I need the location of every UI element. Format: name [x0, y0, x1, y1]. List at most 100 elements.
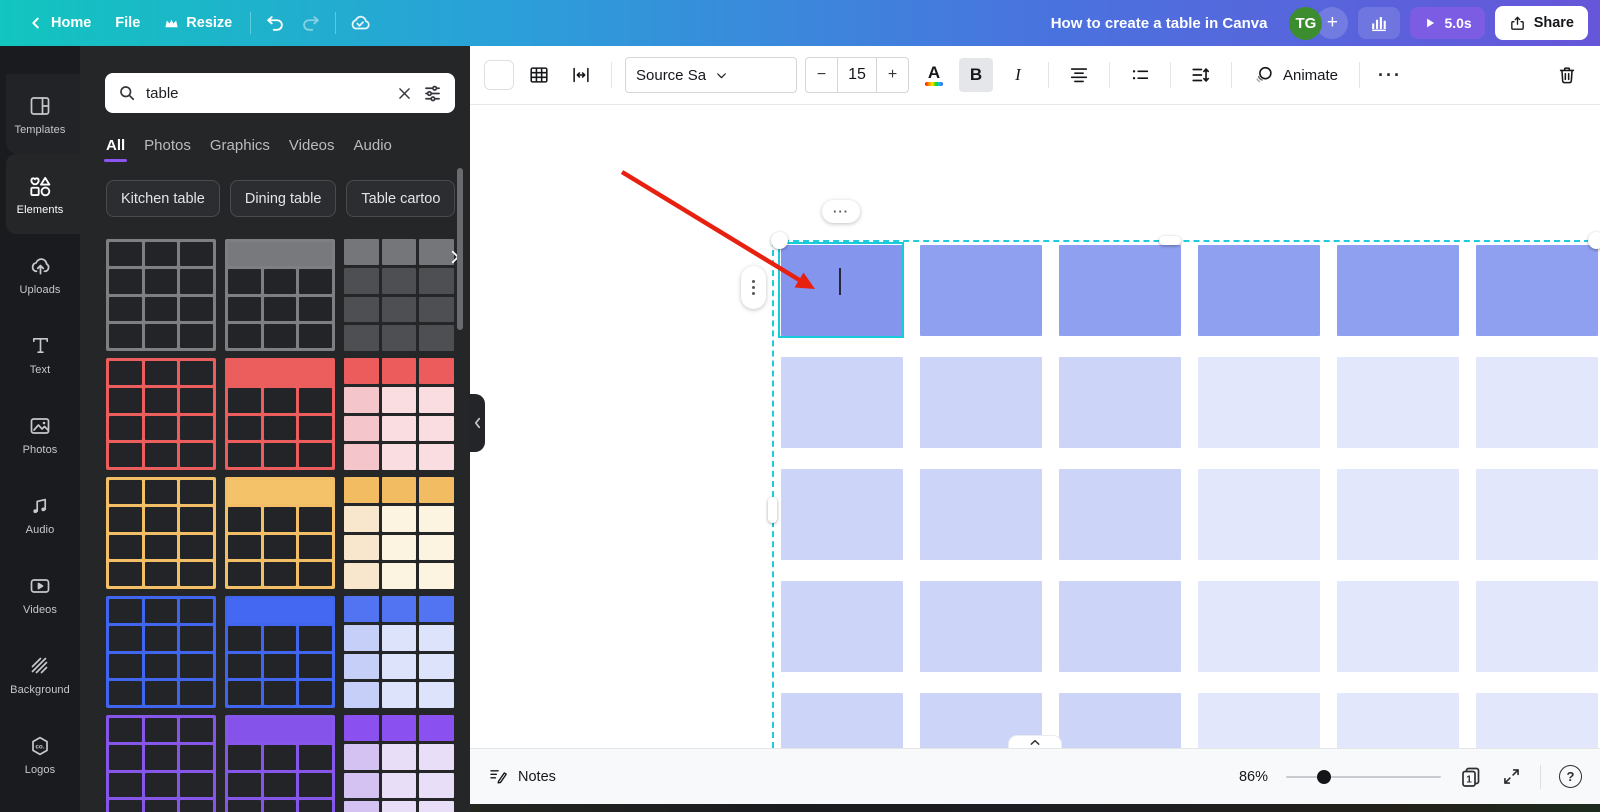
panel-collapse-button[interactable] [470, 394, 485, 452]
row-drag-handle[interactable] [741, 266, 766, 309]
present-button[interactable]: 5.0s [1410, 7, 1485, 39]
tab-photos[interactable]: Photos [144, 137, 191, 162]
table-template-blue-solid[interactable] [344, 596, 454, 708]
home-button[interactable]: Home [16, 7, 103, 39]
table-cell[interactable] [920, 357, 1042, 448]
table-cell[interactable] [1059, 245, 1181, 336]
search-box[interactable] [105, 73, 455, 113]
design-canvas[interactable]: ··· [470, 105, 1600, 748]
table-cell[interactable] [1476, 469, 1598, 560]
table-template-purple-header[interactable] [225, 715, 335, 812]
file-button[interactable]: File [103, 7, 152, 39]
undo-button[interactable] [257, 7, 293, 39]
table-cell[interactable] [1198, 581, 1320, 672]
sidebar-item-uploads[interactable]: Uploads [0, 234, 80, 314]
bold-button[interactable]: B [959, 58, 993, 92]
design-title[interactable]: How to create a table in Canva [1051, 15, 1268, 32]
table-cell[interactable] [1337, 581, 1459, 672]
table-cell[interactable] [1337, 245, 1459, 336]
text-align-button[interactable] [1062, 58, 1096, 92]
search-input[interactable] [146, 84, 387, 102]
tab-graphics[interactable]: Graphics [210, 137, 270, 162]
table-cell[interactable] [1476, 357, 1598, 448]
font-size-decrease-button[interactable]: − [806, 58, 837, 92]
table-cell[interactable] [781, 469, 903, 560]
redo-button[interactable] [293, 7, 329, 39]
table-color-swatch[interactable] [484, 60, 514, 90]
table-corner-handle[interactable] [771, 232, 788, 249]
sidebar-item-templates[interactable]: Templates [6, 74, 80, 154]
italic-button[interactable]: I [1001, 58, 1035, 92]
table-cell[interactable] [1476, 581, 1598, 672]
table-cell[interactable] [1198, 693, 1320, 748]
zoom-slider[interactable] [1286, 769, 1441, 785]
table-template-red-solid[interactable] [344, 358, 454, 470]
table-template-red-grid[interactable] [106, 358, 216, 470]
sidebar-item-background[interactable]: Background [0, 634, 80, 714]
notes-button[interactable]: Notes [488, 766, 556, 787]
table-top-edge-handle[interactable] [1159, 236, 1181, 245]
chips-scroll-next-button[interactable] [442, 242, 468, 272]
tab-all[interactable]: All [103, 137, 128, 162]
table-cell[interactable] [1059, 469, 1181, 560]
table-cell[interactable] [1059, 693, 1181, 748]
table-template-purple-grid[interactable] [106, 715, 216, 812]
tab-videos[interactable]: Videos [289, 137, 335, 162]
table-cell[interactable] [920, 245, 1042, 336]
table-template-blue-grid[interactable] [106, 596, 216, 708]
table-cell[interactable] [1059, 357, 1181, 448]
table-cell[interactable] [920, 581, 1042, 672]
sidebar-item-logos[interactable]: co. Logos [0, 714, 80, 794]
table-cell[interactable] [781, 357, 903, 448]
clear-search-icon[interactable] [396, 85, 413, 102]
sidebar-item-elements[interactable]: Elements [6, 154, 80, 234]
page-indicator-button[interactable]: 1 [1459, 765, 1483, 789]
panel-scrollbar[interactable] [457, 168, 463, 330]
sidebar-item-audio[interactable]: Audio [0, 474, 80, 554]
tab-audio[interactable]: Audio [354, 137, 392, 162]
table-template-purple-solid[interactable] [344, 715, 454, 812]
table-template-blue-header[interactable] [225, 596, 335, 708]
font-size-increase-button[interactable]: + [877, 58, 908, 92]
zoom-slider-thumb[interactable] [1317, 769, 1331, 784]
bullet-list-button[interactable] [1123, 58, 1157, 92]
suggestion-chip[interactable]: Kitchen table [106, 180, 220, 217]
cloud-save-status[interactable] [342, 7, 378, 39]
table-cell[interactable] [1337, 469, 1459, 560]
table-cell[interactable] [781, 581, 903, 672]
table-template-orange-header[interactable] [225, 477, 335, 589]
cell-options-button[interactable]: ··· [822, 200, 860, 223]
table-template-orange-grid[interactable] [106, 477, 216, 589]
table-template-red-header[interactable] [225, 358, 335, 470]
table-cell[interactable] [1337, 357, 1459, 448]
table-cell[interactable] [1337, 693, 1459, 748]
avatar[interactable]: TG [1289, 6, 1323, 40]
suggestion-chip[interactable]: Table cartoo [346, 180, 456, 217]
share-button[interactable]: Share [1494, 6, 1588, 40]
table-template-gray-grid[interactable] [106, 239, 216, 351]
table-cell[interactable] [1059, 581, 1181, 672]
filter-icon[interactable] [422, 83, 443, 104]
page-collapse-tab[interactable] [1008, 735, 1062, 748]
sidebar-item-text[interactable]: Text [0, 314, 80, 394]
table-corner-handle-right[interactable] [1588, 232, 1600, 249]
table-cell[interactable] [781, 693, 903, 748]
fullscreen-button[interactable] [1501, 766, 1522, 787]
table-cell[interactable] [1198, 469, 1320, 560]
more-options-button[interactable]: ··· [1373, 58, 1407, 92]
font-select[interactable]: Source Sans Pro [625, 57, 797, 93]
table-cell[interactable] [1198, 245, 1320, 336]
text-color-button[interactable]: A [917, 58, 951, 92]
resize-button[interactable]: Resize [152, 7, 244, 39]
line-spacing-button[interactable] [1184, 58, 1218, 92]
suggestion-chip[interactable]: Dining table [229, 180, 337, 217]
table-cell[interactable] [1476, 245, 1598, 336]
table-grid-button[interactable] [522, 58, 556, 92]
table-template-gray-header[interactable] [225, 239, 335, 351]
table-template-orange-solid[interactable] [344, 477, 454, 589]
animate-button[interactable]: Animate [1245, 58, 1346, 92]
sidebar-item-videos[interactable]: Videos [0, 554, 80, 634]
table-cell[interactable] [920, 469, 1042, 560]
delete-button[interactable] [1550, 58, 1584, 92]
table-template-gray-solid[interactable] [344, 239, 454, 351]
